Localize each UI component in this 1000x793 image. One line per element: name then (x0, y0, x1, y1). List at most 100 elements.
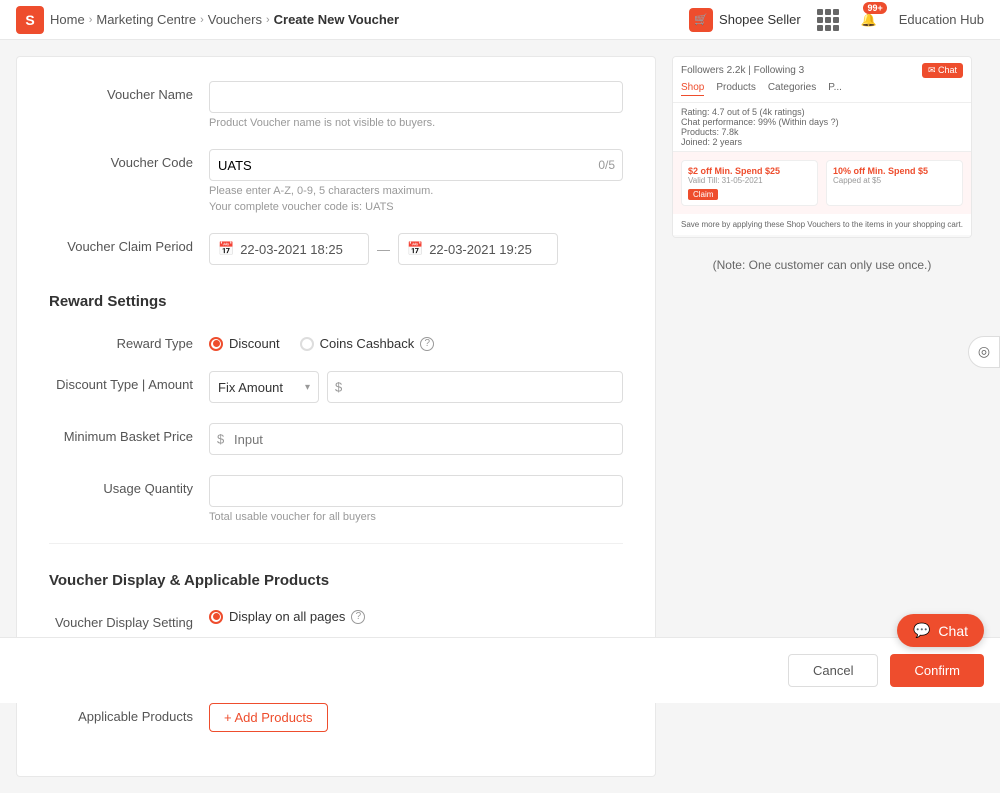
stat-chat: Chat performance: 99% (Within days ?) (681, 117, 963, 127)
confirm-button[interactable]: Confirm (890, 654, 984, 687)
voucher1-date: Valid Till: 31-05-2021 (688, 176, 811, 185)
coins-info-icon[interactable]: ? (420, 337, 434, 351)
seller-name: Shopee Seller (719, 12, 801, 27)
seller-badge: 🛒 Shopee Seller (689, 8, 801, 32)
date-end-input[interactable]: 📅 22-03-2021 19:25 (398, 233, 558, 265)
voucher-period-row: Voucher Claim Period 📅 22-03-2021 18:25 … (49, 233, 623, 265)
apps-icon[interactable] (817, 9, 839, 31)
stat-rating: Rating: 4.7 out of 5 (4k ratings) (681, 107, 963, 117)
voucher-code-row: Voucher Code 0/5 Please enter A-Z, 0-9, … (49, 149, 623, 213)
phone-preview: Followers 2.2k | Following 3 ✉ Chat Shop… (672, 56, 972, 238)
voucher-name-label: Voucher Name (49, 81, 209, 102)
current-page: Create New Voucher (274, 12, 399, 27)
stat-joined: Joined: 2 years (681, 137, 963, 147)
chevron-down-icon: ▾ (305, 382, 310, 393)
voucher-period-content: 📅 22-03-2021 18:25 — 📅 22-03-2021 19:25 (209, 233, 623, 265)
coins-radio-circle (300, 337, 314, 351)
applicable-products-row: Applicable Products + Add Products (49, 703, 623, 732)
reward-settings-heading: Reward Settings (49, 285, 623, 310)
voucher-card-1: $2 off Min. Spend $25 Valid Till: 31-05-… (681, 160, 818, 206)
discount-radio[interactable]: Discount (209, 336, 280, 351)
min-basket-content: $ (209, 423, 623, 455)
discount-radio-circle (209, 337, 223, 351)
phone-chat-button: ✉ Chat (922, 63, 963, 78)
chat-icon: 💬 (913, 622, 930, 639)
voucher1-title: $2 off Min. Spend $25 (688, 166, 811, 176)
discount-type-value: Fix Amount (218, 380, 283, 395)
bottom-action-bar: Cancel Confirm (0, 637, 1000, 703)
discount-type-row: Discount Type | Amount Fix Amount ▾ $ (49, 371, 623, 403)
phone-tab-categories: Categories (768, 82, 816, 96)
voucher-name-content: Product Voucher name is not visible to b… (209, 81, 623, 129)
chat-button[interactable]: 💬 Chat (897, 614, 984, 647)
discount-label: Discount (229, 336, 280, 351)
voucher-code-hint2: Your complete voucher code is: UATS (209, 201, 623, 213)
voucher2-title: 10% off Min. Spend $5 (833, 166, 956, 176)
phone-top-bar: Followers 2.2k | Following 3 ✉ Chat (681, 63, 963, 78)
education-hub-link[interactable]: Education Hub (899, 12, 984, 27)
phone-stats: Rating: 4.7 out of 5 (4k ratings) Chat p… (673, 103, 971, 152)
reward-type-row: Reward Type Discount Coins Cashback ? (49, 330, 623, 351)
nav-right-section: 🛒 Shopee Seller 🔔 99+ Education Hub (689, 6, 984, 34)
top-navigation: S Home › Marketing Centre › Vouchers › C… (0, 0, 1000, 40)
breadcrumb-separator-1: › (89, 14, 93, 26)
shopee-logo: S (16, 6, 44, 34)
voucher-name-row: Voucher Name Product Voucher name is not… (49, 81, 623, 129)
date-end-value: 22-03-2021 19:25 (429, 242, 532, 257)
date-start-input[interactable]: 📅 22-03-2021 18:25 (209, 233, 369, 265)
reward-type-content: Discount Coins Cashback ? (209, 330, 623, 351)
phone-vouchers: $2 off Min. Spend $25 Valid Till: 31-05-… (673, 152, 971, 214)
usage-qty-input[interactable] (209, 475, 623, 507)
voucher-display-heading: Voucher Display & Applicable Products (49, 564, 623, 589)
applicable-products-label: Applicable Products (49, 703, 209, 724)
date-range: 📅 22-03-2021 18:25 — 📅 22-03-2021 19:25 (209, 233, 623, 265)
stat-products: Products: 7.8k (681, 127, 963, 137)
marketing-centre-link[interactable]: Marketing Centre (96, 12, 196, 27)
discount-amount-input-wrapper: $ (327, 371, 623, 403)
date-start-value: 22-03-2021 18:25 (240, 242, 343, 257)
discount-type-select[interactable]: Fix Amount ▾ (209, 371, 319, 403)
date-separator: — (377, 242, 390, 257)
voucher-name-input[interactable] (209, 81, 623, 113)
coins-cashback-radio[interactable]: Coins Cashback ? (300, 336, 435, 351)
display-all-radio[interactable]: Display on all pages ? (209, 609, 623, 624)
voucher-display-label: Voucher Display Setting (49, 609, 209, 630)
cancel-button[interactable]: Cancel (788, 654, 878, 687)
usage-qty-hint: Total usable voucher for all buyers (209, 511, 623, 523)
phone-save-text: Save more by applying these Shop Voucher… (673, 214, 971, 235)
voucher-code-input-wrapper: 0/5 (209, 149, 623, 181)
vouchers-link[interactable]: Vouchers (208, 12, 262, 27)
section-divider (49, 543, 623, 544)
home-link[interactable]: Home (50, 12, 85, 27)
voucher-code-input[interactable] (209, 149, 623, 181)
discount-amount-input[interactable] (327, 371, 623, 403)
calendar-icon-start: 📅 (218, 241, 234, 257)
applicable-products-content: + Add Products (209, 703, 623, 732)
min-basket-input[interactable] (209, 423, 623, 455)
reward-type-label: Reward Type (49, 330, 209, 351)
discount-type-content: Fix Amount ▾ $ (209, 371, 623, 403)
help-icon: ◎ (978, 343, 990, 360)
voucher-name-hint: Product Voucher name is not visible to b… (209, 117, 623, 129)
notification-badge: 99+ (863, 2, 886, 14)
usage-qty-row: Usage Quantity Total usable voucher for … (49, 475, 623, 523)
min-basket-input-wrapper: $ (209, 423, 623, 455)
coins-cashback-label: Coins Cashback (320, 336, 415, 351)
calendar-icon-end: 📅 (407, 241, 423, 257)
usage-qty-content: Total usable voucher for all buyers (209, 475, 623, 523)
phone-header: Followers 2.2k | Following 3 ✉ Chat Shop… (673, 57, 971, 103)
discount-type-amount-row: Fix Amount ▾ $ (209, 371, 623, 403)
add-products-button[interactable]: + Add Products (209, 703, 328, 732)
basket-dollar-prefix: $ (217, 432, 224, 447)
phone-tabs: Shop Products Categories P... (681, 82, 963, 96)
display-all-info-icon[interactable]: ? (351, 610, 365, 624)
phone-tab-products: Products (716, 82, 755, 96)
display-all-radio-circle (209, 610, 223, 624)
help-button[interactable]: ◎ (968, 336, 1000, 368)
dollar-prefix: $ (335, 380, 342, 395)
voucher2-desc: Capped at $5 (833, 176, 956, 185)
notification-bell[interactable]: 🔔 99+ (855, 6, 883, 34)
phone-tab-more: P... (828, 82, 842, 96)
preview-note: (Note: One customer can only use once.) (672, 250, 972, 280)
voucher-code-hint1: Please enter A-Z, 0-9, 5 characters maxi… (209, 185, 623, 197)
